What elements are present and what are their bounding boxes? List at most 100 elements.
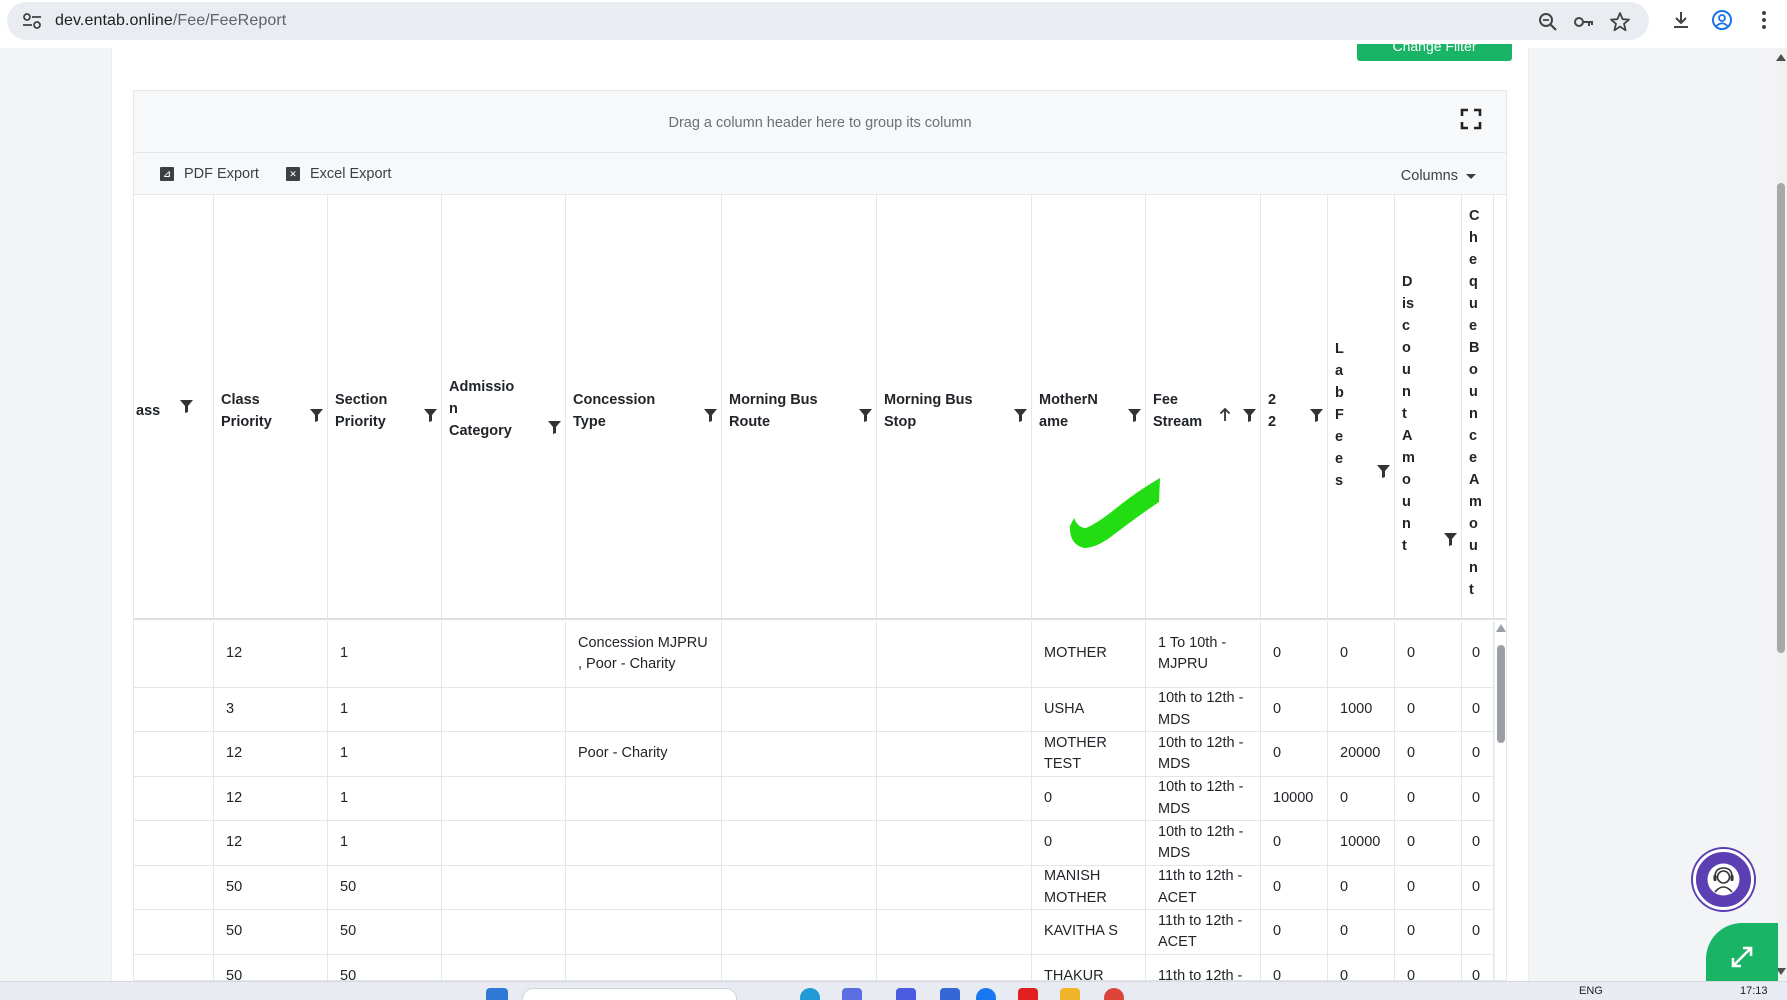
download-icon[interactable] <box>1670 9 1692 31</box>
column-header[interactable]: Concession Type <box>566 195 722 620</box>
table-cell: 0 <box>1261 821 1328 865</box>
table-row[interactable]: 0 A 12 1 Poor - Charity MOTHER TEST 10th to 1… <box>134 732 1494 777</box>
chrome-icon[interactable] <box>1104 988 1124 1000</box>
table-row[interactable]: 1 E 50 50 THAKUR 11th to 12th - 0 0 0 0 <box>134 955 1494 981</box>
site-settings-icon[interactable] <box>22 12 42 30</box>
grid-scrollbar[interactable] <box>1494 621 1506 980</box>
filter-icon[interactable] <box>1243 409 1256 422</box>
table-row[interactable]: 1 E 50 50 KAVITHA S 11th to 12th - ACET 0 0 0 0 <box>134 910 1494 955</box>
filter-icon[interactable] <box>310 409 323 422</box>
cell-value: 0 <box>1407 967 1416 981</box>
header-label-line: A <box>1469 472 1480 488</box>
column-header[interactable]: Morning Bus Route <box>722 195 877 620</box>
grid-scroll-thumb[interactable] <box>1497 645 1505 743</box>
sort-up-icon[interactable] <box>1219 408 1231 422</box>
header-label-line: o <box>1469 516 1478 532</box>
column-header[interactable]: 22 <box>1261 195 1328 620</box>
column-header[interactable]: Admissio n Category <box>442 195 566 620</box>
more-menu-icon[interactable] <box>1753 9 1775 31</box>
cell-value: MOTHER TEST <box>1044 734 1107 773</box>
column-header[interactable]: Class Priority <box>214 195 328 620</box>
filter-icon[interactable] <box>180 400 193 413</box>
cell-value: 0 <box>1273 834 1282 851</box>
pdf-export-button[interactable]: ⊿ PDF Export <box>160 166 259 182</box>
taskbar-search[interactable] <box>522 988 737 1000</box>
filter-icon[interactable] <box>424 409 437 422</box>
fullscreen-icon[interactable] <box>1460 108 1482 130</box>
table-row[interactable]: 0 A 12 1 Concession MJPRU , Poor - Charity M… <box>134 621 1494 688</box>
file-explorer-icon[interactable] <box>1060 988 1080 1000</box>
filter-icon[interactable] <box>1014 409 1027 422</box>
column-header-label: MotherN ame <box>1039 389 1098 433</box>
table-cell: 1 <box>328 732 442 776</box>
cell-value: MANISH MOTHER <box>1044 868 1107 906</box>
header-label-line: u <box>1402 362 1411 378</box>
column-header[interactable]: Morning Bus Stop <box>877 195 1032 620</box>
zoom-icon[interactable] <box>1537 11 1559 33</box>
youtube-icon[interactable] <box>1018 988 1038 1000</box>
header-label-line: D <box>1402 274 1413 290</box>
table-row[interactable]: 0 A 12 1 0 10th to 12th - MDS 10000 0 0 0 <box>134 777 1494 821</box>
filter-icon[interactable] <box>1310 409 1323 422</box>
change-filter-button[interactable]: Change Filter <box>1357 44 1512 61</box>
password-key-icon[interactable] <box>1573 11 1595 33</box>
filter-icon[interactable] <box>1444 533 1457 546</box>
address-bar[interactable]: dev.entab.online/Fee/FeeReport <box>7 2 1649 40</box>
vscode-icon[interactable] <box>940 988 960 1000</box>
table-cell: 10th to 12th - MDS <box>1146 777 1261 820</box>
column-header[interactable]: ChequeBounceAmount <box>1462 195 1494 620</box>
table-cell: 0 <box>1261 910 1328 954</box>
header-label-line: u <box>1469 538 1478 554</box>
page-scroll-up-icon[interactable] <box>1776 54 1786 61</box>
support-chat-button[interactable] <box>1693 849 1754 910</box>
column-header[interactable]: LabFees <box>1328 195 1395 620</box>
teams-icon[interactable] <box>896 988 916 1000</box>
url-text[interactable]: dev.entab.online/Fee/FeeReport <box>55 12 286 30</box>
column-header[interactable]: Fee Stream <box>1146 195 1261 620</box>
column-header-label: ass <box>136 400 160 422</box>
column-header[interactable]: ass <box>134 195 214 620</box>
cell-value: 1 <box>340 834 349 851</box>
page-scrollbar[interactable] <box>1775 48 1787 981</box>
header-label-line: u <box>1469 296 1478 312</box>
table-cell: 50 <box>328 955 442 980</box>
keyboard-language[interactable]: ENG <box>1579 985 1603 997</box>
header-label-line: n <box>1402 516 1411 532</box>
scroll-up-icon[interactable] <box>1496 624 1506 632</box>
column-header-label: ChequeBounceAmount <box>1469 205 1482 601</box>
header-label-line: F <box>1335 407 1344 423</box>
cell-value: 0 <box>1472 878 1481 895</box>
bookmark-star-icon[interactable] <box>1609 11 1631 33</box>
column-header[interactable]: MotherN ame <box>1032 195 1146 620</box>
table-cell <box>566 955 722 980</box>
table-row[interactable]: 0 A 12 1 0 10th to 12th - MDS 0 10000 0 0 <box>134 821 1494 866</box>
column-header[interactable]: Section Priority <box>328 195 442 620</box>
filter-icon[interactable] <box>859 409 872 422</box>
column-header-label: Morning Bus Route <box>729 389 818 433</box>
facebook-icon[interactable] <box>976 988 996 1000</box>
column-header[interactable]: Dis c o u n t Am o u n t <box>1395 195 1462 620</box>
clock-time[interactable]: 17:13 <box>1740 985 1768 997</box>
page-scroll-thumb[interactable] <box>1777 183 1785 653</box>
group-panel[interactable]: Drag a column header here to group its c… <box>134 91 1506 153</box>
table-row[interactable]: 1 E 50 50 MANISH MOTHER 11th to 12th - ACET 0… <box>134 866 1494 910</box>
filter-icon[interactable] <box>548 421 561 434</box>
copilot-icon[interactable] <box>842 988 862 1000</box>
cell-value: 11th to 12th - <box>1158 967 1243 981</box>
table-row[interactable]: A3 1 USHA 10th to 12th - MDS 0 1000 0 0 <box>134 688 1494 732</box>
columns-dropdown[interactable]: Columns <box>1401 168 1476 184</box>
column-header-label: Morning Bus Stop <box>884 389 973 433</box>
table-cell: 1 <box>328 688 442 731</box>
table-cell: 1 E <box>134 910 214 954</box>
filter-icon[interactable] <box>1128 409 1141 422</box>
edge-browser-icon[interactable] <box>800 988 820 1000</box>
pdf-export-label: PDF Export <box>184 166 259 182</box>
filter-icon[interactable] <box>704 409 717 422</box>
start-menu-icon[interactable] <box>486 988 508 1000</box>
table-cell: 11th to 12th - <box>1146 955 1261 981</box>
cell-value: 0 <box>1407 878 1416 895</box>
excel-export-button[interactable]: ✕ Excel Export <box>286 166 391 182</box>
table-cell: 1 <box>328 821 442 865</box>
profile-icon[interactable] <box>1711 9 1733 31</box>
filter-icon[interactable] <box>1377 465 1390 478</box>
